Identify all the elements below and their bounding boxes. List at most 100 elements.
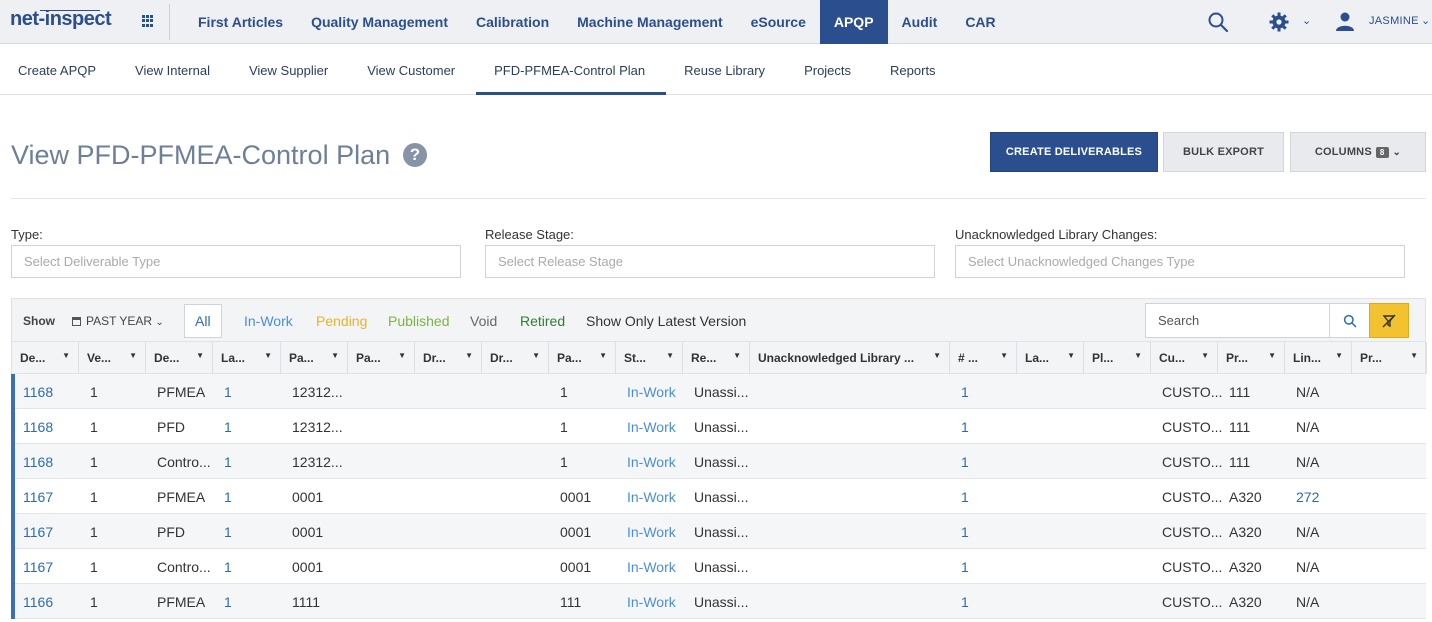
column-header[interactable]: Ve... ▼ — [79, 342, 146, 374]
table-row[interactable]: 1167 1 PFD 1 0001 0001 In-Work Unassi... 1 CUSTO.… — [11, 514, 1426, 549]
table-cell[interactable]: 1168 — [23, 419, 53, 435]
table-cell[interactable]: 1 — [961, 454, 969, 470]
user-chevron-down-icon[interactable]: ⌄ — [1421, 14, 1430, 27]
table-cell[interactable]: N/A — [1296, 559, 1319, 575]
column-menu-icon[interactable]: ▼ — [1201, 351, 1209, 360]
columns-button[interactable]: COLUMNS 8 ⌄ — [1290, 132, 1426, 172]
table-row[interactable]: 1167 1 Contro... 1 0001 0001 In-Work Unassi... 1… — [11, 549, 1426, 584]
library-changes-select[interactable]: Select Unacknowledged Changes Type — [955, 245, 1405, 278]
gear-icon[interactable] — [1268, 11, 1290, 33]
table-cell[interactable]: N/A — [1296, 594, 1319, 610]
column-menu-icon[interactable]: ▼ — [1134, 351, 1142, 360]
main-nav-item[interactable]: APQP — [819, 0, 888, 44]
column-menu-icon[interactable]: ▼ — [532, 351, 540, 360]
app-grid-icon[interactable] — [142, 15, 154, 27]
release-stage-select[interactable]: Select Release Stage — [485, 245, 935, 278]
column-menu-icon[interactable]: ▼ — [933, 351, 941, 360]
table-cell[interactable]: 1 — [224, 594, 232, 610]
column-menu-icon[interactable]: ▼ — [1410, 351, 1418, 360]
column-header[interactable]: De... ▼ — [146, 342, 213, 374]
sub-nav-item[interactable]: PFD-PFMEA-Control Plan — [476, 45, 667, 95]
column-header[interactable]: Dr... ▼ — [415, 342, 482, 374]
sub-nav-item[interactable]: Create APQP — [0, 45, 117, 95]
main-nav-item[interactable]: Machine Management — [563, 0, 736, 44]
settings-chevron-down-icon[interactable]: ⌄ — [1302, 14, 1311, 27]
clear-filter-button[interactable] — [1369, 303, 1409, 338]
column-menu-icon[interactable]: ▼ — [331, 351, 339, 360]
column-header[interactable]: Re... ▼ — [683, 342, 750, 374]
period-dropdown[interactable]: PAST YEAR ⌄ — [72, 314, 164, 328]
table-cell[interactable]: 272 — [1296, 489, 1319, 505]
main-nav-item[interactable]: First Articles — [184, 0, 297, 44]
bulk-export-button[interactable]: BULK EXPORT — [1163, 132, 1284, 172]
column-header[interactable]: Lin... ▼ — [1285, 342, 1352, 374]
column-header[interactable]: De... ▼ — [12, 342, 79, 374]
table-cell[interactable]: 1 — [224, 384, 232, 400]
sub-nav-item[interactable]: View Internal — [117, 45, 231, 95]
table-cell[interactable]: 1167 — [23, 559, 53, 575]
column-header[interactable]: La... ▼ — [1017, 342, 1084, 374]
column-menu-icon[interactable]: ▼ — [1335, 351, 1343, 360]
column-header[interactable]: Unacknowledged Library ... ▼ — [750, 342, 950, 374]
column-header[interactable]: La... ▼ — [213, 342, 281, 374]
status-tab[interactable]: Pending — [306, 304, 377, 338]
status-tab[interactable]: In-Work — [234, 304, 303, 338]
table-row[interactable]: 1168 1 Contro... 1 12312... 1 In-Work Unassi...… — [11, 444, 1426, 479]
table-search-button[interactable] — [1329, 303, 1370, 338]
column-menu-icon[interactable]: ▼ — [599, 351, 607, 360]
table-cell[interactable]: 1 — [961, 594, 969, 610]
column-menu-icon[interactable]: ▼ — [264, 351, 272, 360]
main-nav-item[interactable]: Quality Management — [297, 0, 462, 44]
table-cell[interactable]: N/A — [1296, 419, 1319, 435]
sub-nav-item[interactable]: View Supplier — [231, 45, 349, 95]
column-header[interactable]: Dr... ▼ — [482, 342, 549, 374]
user-icon[interactable] — [1334, 10, 1356, 32]
table-cell[interactable]: 1 — [961, 489, 969, 505]
sub-nav-item[interactable]: View Customer — [349, 45, 476, 95]
column-header[interactable]: Pr... ▼ — [1352, 342, 1427, 374]
column-header[interactable]: Pl... ▼ — [1084, 342, 1151, 374]
user-name[interactable]: JASMINE — [1369, 15, 1419, 27]
column-header[interactable]: Cu... ▼ — [1151, 342, 1218, 374]
table-cell[interactable]: 1 — [961, 384, 969, 400]
status-tab[interactable]: Published — [378, 304, 460, 338]
table-cell[interactable]: 1 — [961, 524, 969, 540]
column-menu-icon[interactable]: ▼ — [62, 351, 70, 360]
table-cell[interactable]: 1 — [224, 454, 232, 470]
table-cell[interactable]: N/A — [1296, 454, 1319, 470]
column-menu-icon[interactable]: ▼ — [196, 351, 204, 360]
table-cell[interactable]: 1 — [224, 524, 232, 540]
type-select[interactable]: Select Deliverable Type — [11, 245, 461, 278]
table-cell[interactable]: 1 — [224, 559, 232, 575]
table-cell[interactable]: N/A — [1296, 384, 1319, 400]
table-row[interactable]: 1166 1 PFMEA 1 1111 111 In-Work Unassi... 1 CUSTO… — [11, 584, 1426, 619]
table-cell[interactable]: 1167 — [23, 489, 53, 505]
help-icon[interactable]: ? — [403, 143, 427, 167]
main-nav-item[interactable]: CAR — [951, 0, 1009, 44]
status-tab[interactable]: Retired — [510, 304, 575, 338]
sub-nav-item[interactable]: Projects — [786, 45, 872, 95]
table-cell[interactable]: 1168 — [23, 384, 53, 400]
column-menu-icon[interactable]: ▼ — [1268, 351, 1276, 360]
column-header[interactable]: Pa... ▼ — [348, 342, 415, 374]
table-cell[interactable]: 1 — [961, 419, 969, 435]
column-header[interactable]: # ... ▼ — [950, 342, 1017, 374]
status-tab[interactable]: Void — [460, 304, 507, 338]
sub-nav-item[interactable]: Reports — [872, 45, 957, 95]
column-menu-icon[interactable]: ▼ — [129, 351, 137, 360]
column-menu-icon[interactable]: ▼ — [1067, 351, 1075, 360]
column-menu-icon[interactable]: ▼ — [733, 351, 741, 360]
table-cell[interactable]: 1166 — [23, 594, 53, 610]
table-cell[interactable]: 1 — [224, 419, 232, 435]
column-header[interactable]: Pa... ▼ — [549, 342, 616, 374]
table-cell[interactable]: 1168 — [23, 454, 53, 470]
table-cell[interactable]: 1167 — [23, 524, 53, 540]
column-header[interactable]: St... ▼ — [616, 342, 683, 374]
main-nav-item[interactable]: Calibration — [462, 0, 563, 44]
sub-nav-item[interactable]: Reuse Library — [666, 45, 786, 95]
table-cell[interactable]: 1 — [224, 489, 232, 505]
column-menu-icon[interactable]: ▼ — [398, 351, 406, 360]
table-row[interactable]: 1167 1 PFMEA 1 0001 0001 In-Work Unassi... 1 CUST… — [11, 479, 1426, 514]
column-menu-icon[interactable]: ▼ — [465, 351, 473, 360]
main-nav-item[interactable]: eSource — [737, 0, 820, 44]
